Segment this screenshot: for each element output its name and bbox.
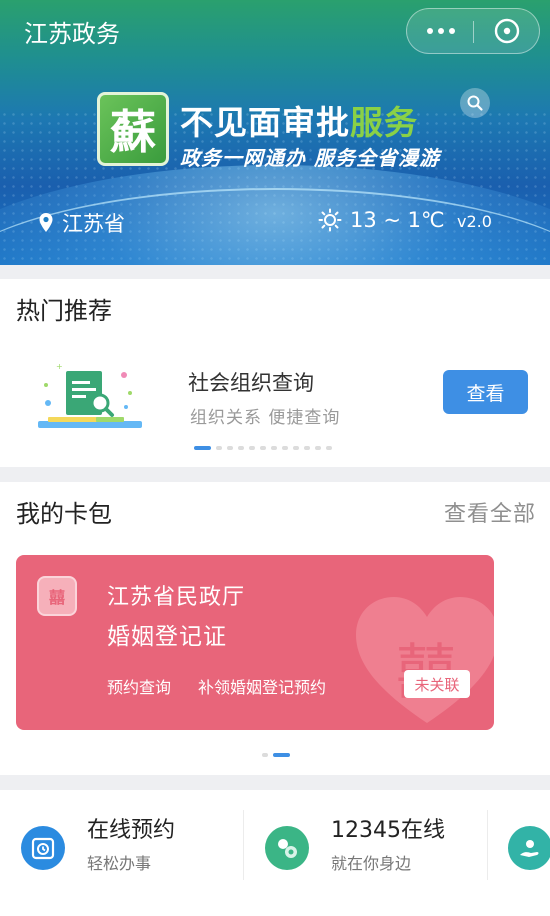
appointment-query-link[interactable]: 预约查询 xyxy=(107,674,171,698)
header-banner: 江苏政务 蘇 不见面审批服务 政务一网通办 服务全省漫游 江苏省 13 ~ 1℃… xyxy=(0,0,550,265)
status-badge[interactable]: 未关联 xyxy=(404,670,470,698)
pager-dot[interactable] xyxy=(262,753,268,757)
clock-calendar-icon xyxy=(21,826,65,870)
location-label: 江苏省 xyxy=(62,212,125,236)
service-title: 在线预约 xyxy=(87,818,176,843)
service-subtitle: 轻松办事 xyxy=(87,854,152,873)
hot-carousel-indicator xyxy=(194,446,332,450)
heart-watermark-icon: 囍 xyxy=(356,597,494,723)
service-divider xyxy=(487,810,488,880)
more-button[interactable] xyxy=(407,9,474,53)
location-pin-icon xyxy=(39,213,53,232)
service-divider xyxy=(243,810,244,880)
service-subtitle: 就在你身边 xyxy=(331,854,412,873)
version-label: v2.0 xyxy=(457,212,492,231)
card-org: 江苏省民政厅 xyxy=(107,585,246,610)
location-selector[interactable]: 江苏省 xyxy=(38,208,125,238)
view-button[interactable]: 查看 xyxy=(443,370,528,414)
pager-dot-active[interactable] xyxy=(273,753,290,757)
pager-dot[interactable] xyxy=(315,446,321,450)
pager-dot[interactable] xyxy=(271,446,277,450)
service-more[interactable] xyxy=(508,810,550,880)
hand-service-icon xyxy=(508,826,550,870)
pager-dot[interactable] xyxy=(304,446,310,450)
card-wallet-title: 我的卡包 xyxy=(16,500,112,528)
chat-bubbles-icon xyxy=(265,826,309,870)
slogan-highlight: 服务 xyxy=(350,103,418,142)
card-cert-name: 婚姻登记证 xyxy=(107,624,227,650)
pager-dot-active[interactable] xyxy=(194,446,211,450)
service-12345-online[interactable]: 12345在线 就在你身边 xyxy=(265,810,475,880)
pager-dot[interactable] xyxy=(216,446,222,450)
close-button[interactable] xyxy=(474,9,540,53)
hot-item-desc: 组织关系 便捷查询 xyxy=(190,408,341,428)
svg-text:+: + xyxy=(56,363,63,371)
search-icon xyxy=(467,95,483,111)
service-title: 12345在线 xyxy=(331,818,445,843)
reissue-appointment-link[interactable]: 补领婚姻登记预约 xyxy=(198,674,326,698)
card-wallet-section: 我的卡包 查看全部 囍 囍 江苏省民政厅 婚姻登记证 预约查询 补领婚姻登记预约… xyxy=(0,482,550,775)
slogan-sub: 政务一网通办 服务全省漫游 xyxy=(180,146,440,170)
pager-dot[interactable] xyxy=(326,446,332,450)
wallet-carousel-indicator xyxy=(262,753,290,757)
pager-dot[interactable] xyxy=(238,446,244,450)
services-bar: 在线预约 轻松办事 12345在线 就在你身边 xyxy=(0,790,550,916)
hot-item-name[interactable]: 社会组织查询 xyxy=(188,367,314,397)
search-button[interactable] xyxy=(460,88,490,118)
pager-dot[interactable] xyxy=(260,446,266,450)
pager-dot[interactable] xyxy=(293,446,299,450)
pager-dot[interactable] xyxy=(227,446,233,450)
close-circle-icon xyxy=(494,18,520,44)
slogan-main: 不见面审批服务 xyxy=(180,103,418,142)
double-happiness-icon: 囍 xyxy=(37,576,77,616)
hot-recommend-section: 热门推荐 + 社会组织查询 组织关系 便捷查询 查看 xyxy=(0,279,550,467)
sun-icon xyxy=(318,208,342,232)
ellipsis-icon xyxy=(426,28,433,34)
hot-recommend-title: 热门推荐 xyxy=(16,297,112,325)
pager-dot[interactable] xyxy=(249,446,255,450)
mini-program-capsule xyxy=(406,8,540,54)
marriage-certificate-card[interactable]: 囍 囍 江苏省民政厅 婚姻登记证 预约查询 补领婚姻登记预约 未关联 xyxy=(16,555,494,730)
service-online-appointment[interactable]: 在线预约 轻松办事 xyxy=(21,810,231,880)
app-title: 江苏政务 xyxy=(24,20,120,48)
document-search-icon: + xyxy=(38,363,142,428)
pager-dot[interactable] xyxy=(282,446,288,450)
view-all-link[interactable]: 查看全部 xyxy=(444,496,536,528)
jiangsu-logo: 蘇 xyxy=(97,92,169,166)
temperature-text: 13 ~ 1℃ xyxy=(350,208,445,232)
weather-info: 13 ~ 1℃ xyxy=(318,208,445,232)
